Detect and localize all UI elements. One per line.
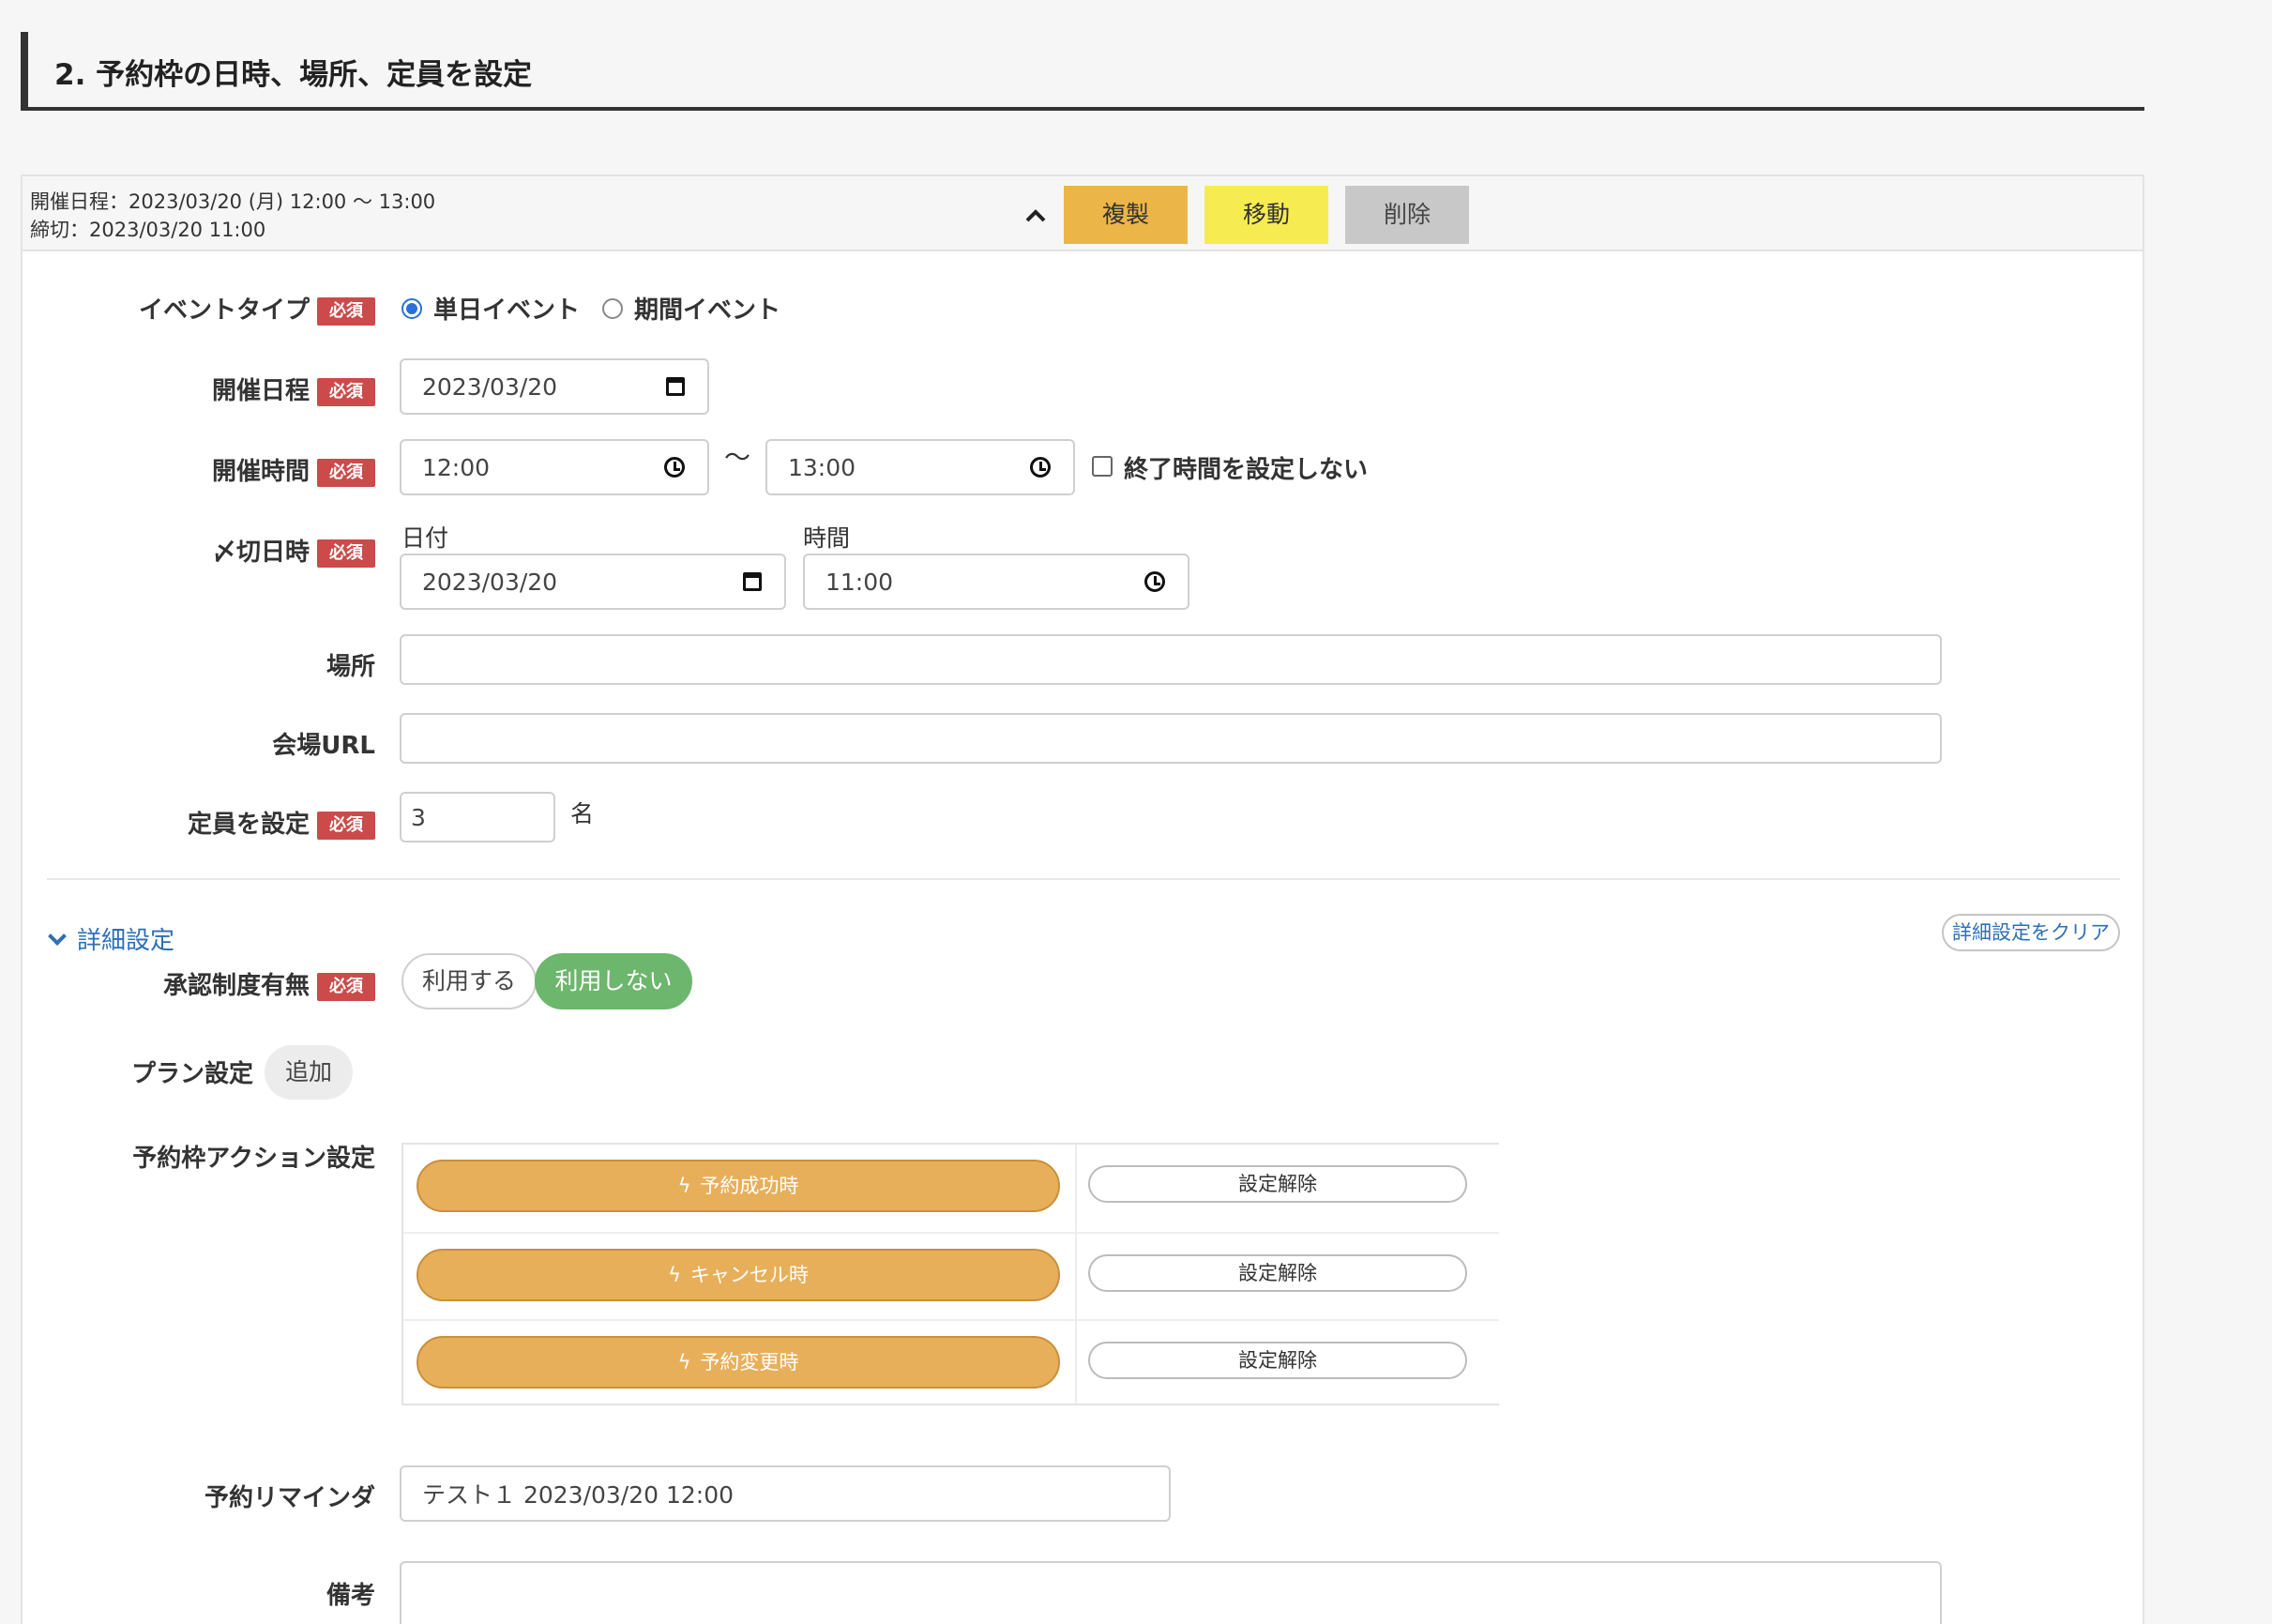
radio-selected-icon bbox=[401, 297, 422, 319]
advanced-settings-toggle[interactable]: 詳細設定 bbox=[47, 921, 174, 956]
event-date-label-text: 開催日程 bbox=[211, 377, 310, 405]
bolt-icon: ϟ bbox=[668, 1264, 681, 1286]
calendar-icon[interactable] bbox=[666, 377, 685, 396]
reminder-select[interactable]: テスト１ 2023/03/20 12:00 bbox=[400, 1465, 1171, 1522]
event-time-label-text: 開催時間 bbox=[211, 458, 310, 486]
approval-nouse-button[interactable]: 利用しない bbox=[535, 953, 692, 1009]
delete-button[interactable]: 削除 bbox=[1345, 186, 1469, 244]
required-badge: 必須 bbox=[317, 972, 375, 1001]
event-type-single-label: 単日イベント bbox=[433, 296, 581, 325]
action-row: ϟ 予約成功時 設定解除 bbox=[403, 1145, 1499, 1232]
section-title: 2. 予約枠の日時、場所、定員を設定 bbox=[54, 58, 533, 92]
action-unset-button[interactable]: 設定解除 bbox=[1088, 1342, 1467, 1379]
required-badge: 必須 bbox=[317, 539, 375, 568]
event-time-label: 開催時間 必須 bbox=[113, 452, 375, 487]
no-end-time-checkbox[interactable] bbox=[1092, 456, 1113, 477]
move-button[interactable]: 移動 bbox=[1204, 186, 1328, 244]
required-badge: 必須 bbox=[317, 377, 375, 406]
plan-add-button[interactable]: 追加 bbox=[265, 1045, 353, 1100]
radio-unselected-icon bbox=[602, 297, 623, 319]
slot-summary: 開催日程：2023/03/20 (月) 12:00 〜 13:00 締切：202… bbox=[30, 188, 435, 244]
event-type-label-text: イベントタイプ bbox=[138, 296, 310, 325]
approval-use-button[interactable]: 利用する bbox=[401, 953, 537, 1009]
deadline-date-value: 2023/03/20 bbox=[422, 568, 558, 596]
required-badge: 必須 bbox=[317, 811, 375, 840]
clock-icon[interactable] bbox=[1030, 457, 1051, 478]
deadline-date-input[interactable]: 2023/03/20 bbox=[400, 554, 786, 610]
end-time-input[interactable]: 13:00 bbox=[765, 439, 1075, 495]
action-trigger-label: 予約成功時 bbox=[700, 1175, 799, 1197]
collapse-chevron-up-icon[interactable] bbox=[1017, 201, 1054, 229]
reminder-label: 予約リマインダ bbox=[204, 1484, 375, 1512]
action-unset-button[interactable]: 設定解除 bbox=[1088, 1165, 1467, 1203]
section-divider bbox=[47, 878, 2120, 880]
location-input[interactable] bbox=[400, 634, 1942, 685]
approval-label: 承認制度有無 必須 bbox=[113, 966, 375, 1001]
capacity-input[interactable]: 3 bbox=[400, 792, 555, 842]
deadline-date-label: 日付 bbox=[401, 524, 449, 552]
clear-advanced-button[interactable]: 詳細設定をクリア bbox=[1942, 914, 2120, 951]
action-row: ϟ キャンセル時 設定解除 bbox=[403, 1232, 1499, 1319]
notes-textarea[interactable] bbox=[400, 1561, 1942, 1624]
chevron-down-icon bbox=[48, 926, 67, 946]
plan-label: プラン設定 bbox=[130, 1060, 253, 1088]
page: 2. 予約枠の日時、場所、定員を設定 開催日程：2023/03/20 (月) 1… bbox=[0, 0, 2272, 1624]
end-time-value: 13:00 bbox=[788, 453, 856, 481]
event-date-input[interactable]: 2023/03/20 bbox=[400, 358, 709, 415]
notes-label: 備考 bbox=[326, 1582, 375, 1610]
event-type-single-option[interactable]: 単日イベント bbox=[401, 291, 580, 326]
deadline-label: 〆切日時 必須 bbox=[113, 533, 375, 568]
action-trigger-label: キャンセル時 bbox=[689, 1264, 809, 1286]
location-label: 場所 bbox=[326, 653, 375, 681]
start-time-input[interactable]: 12:00 bbox=[400, 439, 709, 495]
action-trigger-button[interactable]: ϟ 予約成功時 bbox=[417, 1160, 1060, 1212]
deadline-label-text: 〆切日時 bbox=[211, 539, 310, 567]
deadline-time-input[interactable]: 11:00 bbox=[803, 554, 1189, 610]
slot-panel-header: 開催日程：2023/03/20 (月) 12:00 〜 13:00 締切：202… bbox=[23, 176, 2143, 251]
event-date-label: 開催日程 必須 bbox=[113, 372, 375, 406]
capacity-value: 3 bbox=[411, 803, 426, 831]
advanced-settings-label: 詳細設定 bbox=[77, 927, 175, 955]
summary-deadline: 締切：2023/03/20 11:00 bbox=[30, 219, 266, 241]
bolt-icon: ϟ bbox=[677, 1351, 691, 1374]
deadline-time-value: 11:00 bbox=[825, 568, 894, 596]
event-type-period-label: 期間イベント bbox=[634, 296, 781, 325]
calendar-icon[interactable] bbox=[743, 572, 762, 591]
action-trigger-button[interactable]: ϟ 予約変更時 bbox=[417, 1336, 1060, 1389]
reminder-value: テスト１ 2023/03/20 12:00 bbox=[422, 1481, 735, 1509]
event-type-period-option[interactable]: 期間イベント bbox=[602, 291, 780, 326]
actions-table: ϟ 予約成功時 設定解除 ϟ キャンセル時 設定解除 ϟ 予約変更時 設定解除 bbox=[401, 1143, 1499, 1405]
duplicate-button[interactable]: 複製 bbox=[1064, 186, 1188, 244]
required-badge: 必須 bbox=[317, 458, 375, 487]
section-header: 2. 予約枠の日時、場所、定員を設定 bbox=[21, 32, 2144, 111]
start-time-value: 12:00 bbox=[422, 453, 491, 481]
approval-label-text: 承認制度有無 bbox=[162, 972, 310, 1000]
event-date-value: 2023/03/20 bbox=[422, 372, 558, 401]
capacity-label-text: 定員を設定 bbox=[187, 811, 310, 839]
bolt-icon: ϟ bbox=[677, 1175, 691, 1197]
venue-url-input[interactable] bbox=[400, 713, 1942, 764]
deadline-time-label: 時間 bbox=[803, 524, 851, 552]
event-type-label: イベントタイプ 必須 bbox=[113, 291, 375, 326]
clock-icon[interactable] bbox=[1144, 571, 1165, 592]
venue-url-label: 会場URL bbox=[272, 732, 375, 760]
no-end-time-label: 終了時間を設定しない bbox=[1124, 456, 1369, 484]
capacity-label: 定員を設定 必須 bbox=[113, 805, 375, 840]
action-trigger-label: 予約変更時 bbox=[700, 1351, 799, 1374]
time-range-separator: 〜 bbox=[724, 442, 751, 473]
action-row: ϟ 予約変更時 設定解除 bbox=[403, 1319, 1499, 1406]
action-unset-button[interactable]: 設定解除 bbox=[1088, 1254, 1467, 1292]
required-badge: 必須 bbox=[317, 296, 375, 326]
clock-icon[interactable] bbox=[664, 457, 685, 478]
action-trigger-button[interactable]: ϟ キャンセル時 bbox=[417, 1249, 1060, 1301]
summary-schedule: 開催日程：2023/03/20 (月) 12:00 〜 13:00 bbox=[30, 190, 436, 213]
actions-label: 予約枠アクション設定 bbox=[132, 1145, 375, 1173]
slot-panel: 開催日程：2023/03/20 (月) 12:00 〜 13:00 締切：202… bbox=[21, 175, 2144, 1624]
capacity-unit: 名 bbox=[570, 800, 595, 827]
